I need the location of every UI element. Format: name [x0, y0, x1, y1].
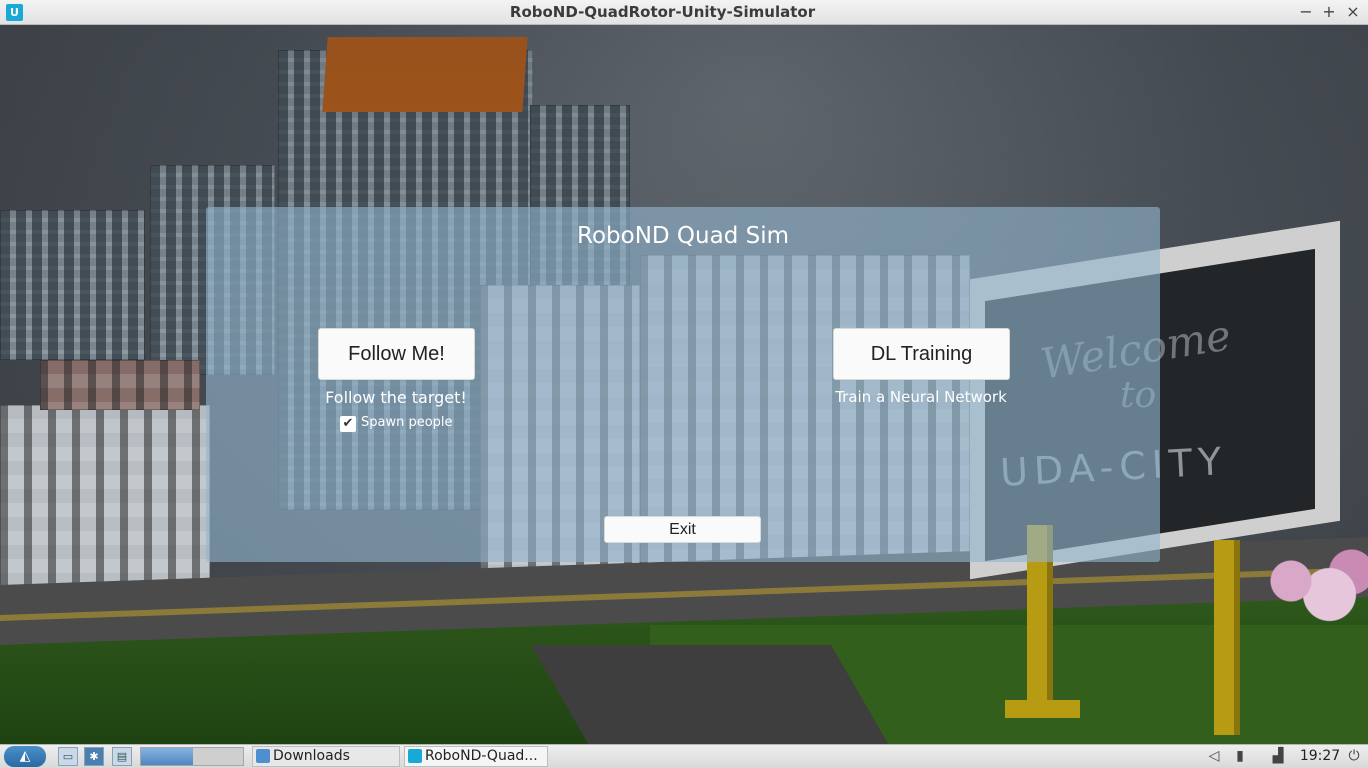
exit-button[interactable]: Exit: [604, 516, 761, 543]
active-workspace[interactable]: [141, 748, 193, 765]
file-manager-icon[interactable]: ▭: [58, 747, 78, 766]
power-icon[interactable]: ⏻: [1344, 747, 1364, 766]
maximize-button[interactable]: +: [1319, 2, 1339, 22]
start-menu-button[interactable]: ◭: [4, 746, 46, 767]
task-label: RoboND-Quad...: [425, 748, 538, 764]
follow-me-button[interactable]: Follow Me!: [318, 328, 475, 380]
taskbar: ◭ ▭ ✱ ▤ Downloads RoboND-Quad... ◁ ▮ ▟ 1…: [0, 744, 1368, 768]
clock[interactable]: 19:27: [1298, 747, 1342, 766]
task-downloads[interactable]: Downloads: [252, 746, 400, 767]
network-signal-icon[interactable]: ▟: [1268, 747, 1288, 766]
menu-title: RoboND Quad Sim: [577, 223, 789, 249]
spawn-people-label[interactable]: Spawn people: [361, 415, 453, 430]
battery-icon[interactable]: ▮: [1230, 747, 1250, 766]
task-simulator[interactable]: RoboND-Quad...: [404, 746, 548, 767]
blossom-trees: [1258, 545, 1368, 635]
spawn-people-checkbox[interactable]: ✔: [340, 416, 356, 432]
window-title: RoboND-QuadRotor-Unity-Simulator: [509, 3, 816, 21]
billboard-pole: [1214, 540, 1240, 735]
settings-icon[interactable]: ✱: [84, 747, 104, 766]
close-button[interactable]: ×: [1343, 2, 1363, 22]
folder-icon: [256, 749, 270, 763]
window-icon[interactable]: ▤: [112, 747, 132, 766]
task-label: Downloads: [273, 748, 350, 764]
window-title-bar[interactable]: U RoboND-QuadRotor-Unity-Simulator − + ×: [0, 0, 1368, 25]
workspace-pager[interactable]: [140, 747, 244, 766]
dl-training-button[interactable]: DL Training: [833, 328, 1010, 380]
follow-caption: Follow the target!: [325, 388, 467, 407]
main-menu-panel: RoboND Quad Sim Follow Me! Follow the ta…: [206, 207, 1160, 562]
pole-base: [1005, 700, 1080, 718]
dl-caption: Train a Neural Network: [835, 388, 1007, 406]
volume-icon[interactable]: ◁: [1205, 747, 1223, 766]
udacity-icon: [408, 749, 422, 763]
minimize-button[interactable]: −: [1296, 2, 1316, 22]
